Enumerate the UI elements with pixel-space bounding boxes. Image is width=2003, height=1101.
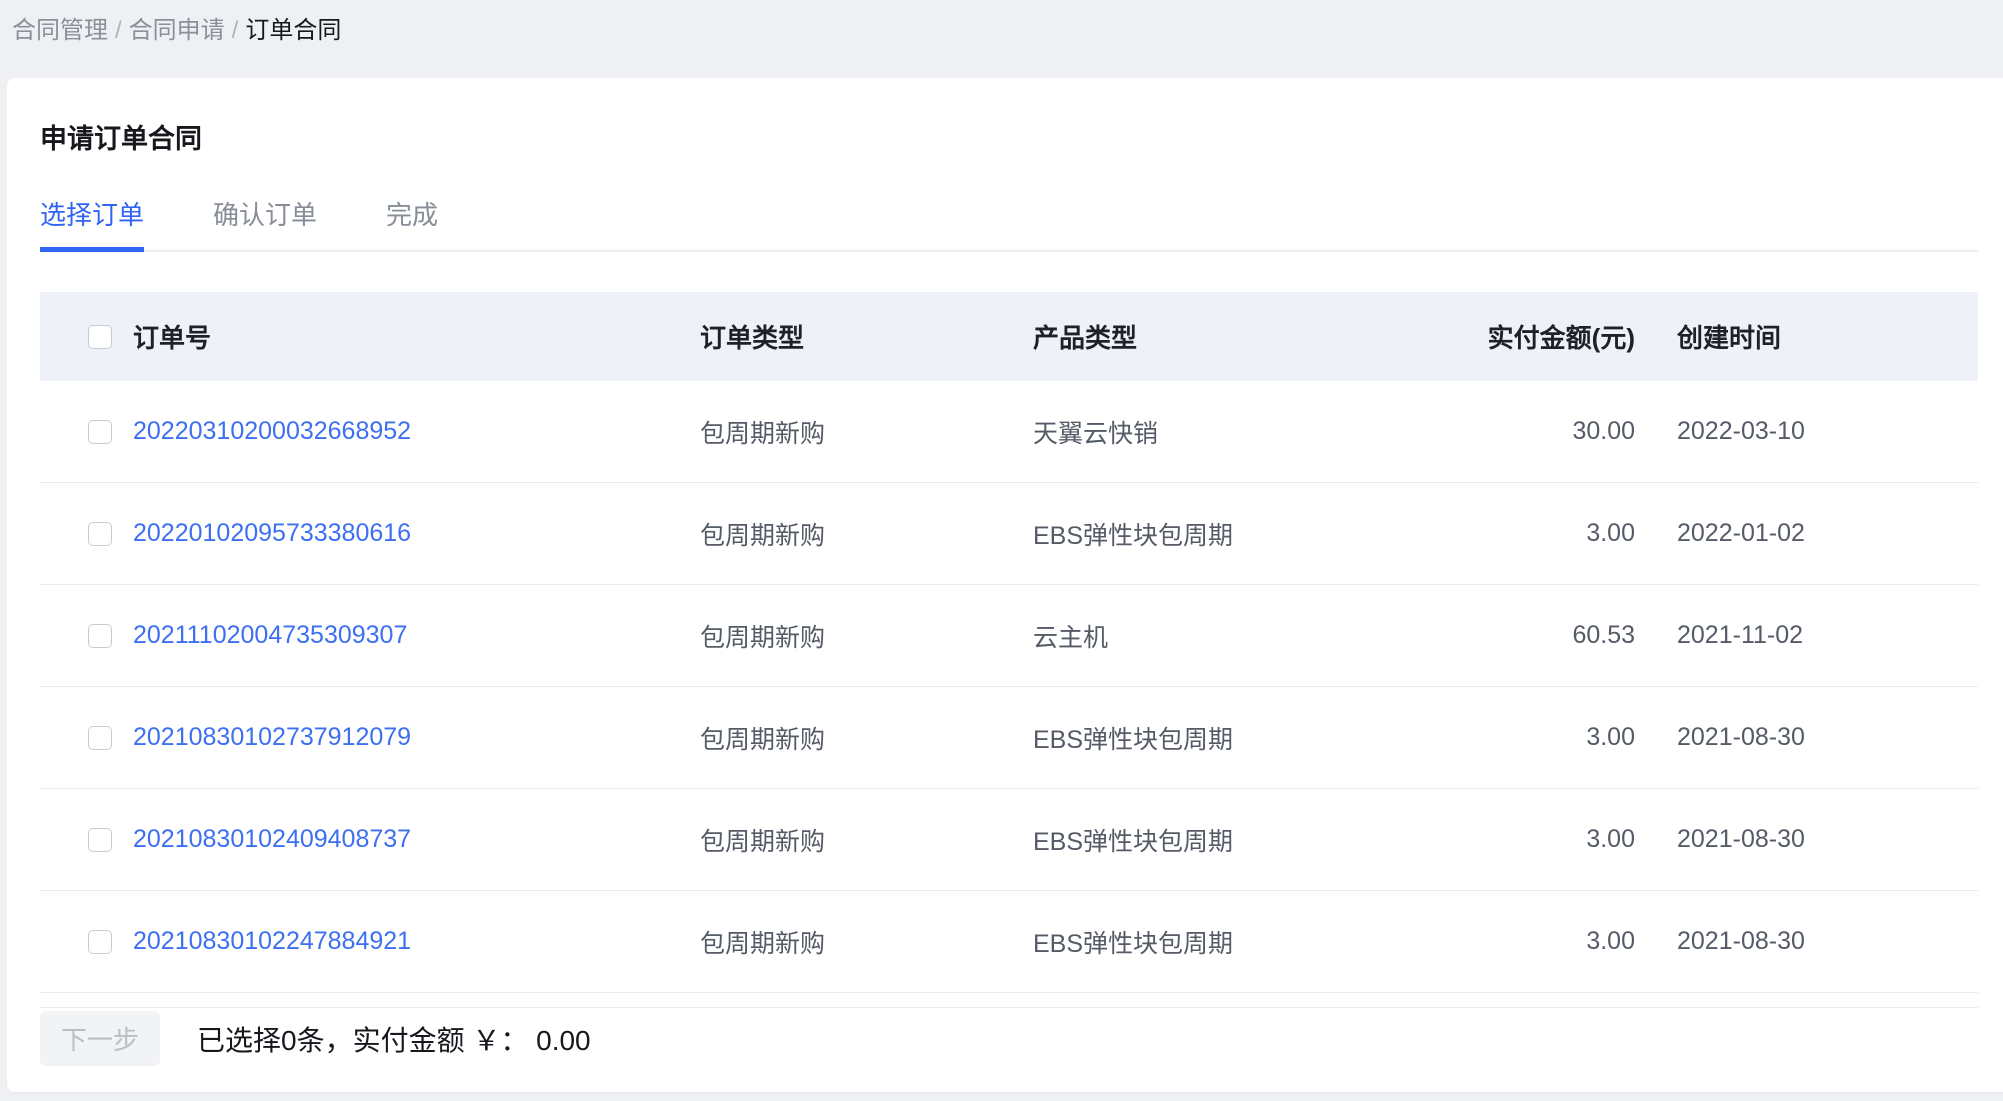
order-table: 订单号 订单类型 产品类型 实付金额(元) 创建时间 2022031020003… bbox=[40, 292, 1978, 1008]
order-type-cell: 包周期新购 bbox=[700, 720, 1033, 756]
created-date-cell: 2022-03-10 bbox=[1635, 417, 1978, 446]
row-checkbox-cell bbox=[40, 930, 133, 954]
breadcrumb-item-contract-apply[interactable]: 合同申请 bbox=[129, 17, 225, 44]
amount-cell: 60.53 bbox=[1366, 621, 1635, 650]
amount-cell: 3.00 bbox=[1366, 519, 1635, 548]
product-type-cell: EBS弹性块包周期 bbox=[1033, 516, 1366, 552]
product-type-cell: EBS弹性块包周期 bbox=[1033, 720, 1366, 756]
row-checkbox-cell bbox=[40, 624, 133, 648]
tab-select-order[interactable]: 选择订单 bbox=[40, 200, 144, 252]
order-number-link[interactable]: 20210830102247884921 bbox=[133, 927, 411, 955]
order-number-link[interactable]: 20210830102737912079 bbox=[133, 723, 411, 751]
amount-cell: 30.00 bbox=[1366, 417, 1635, 446]
product-type-cell: 天翼云快销 bbox=[1033, 414, 1366, 450]
selection-summary: 已选择0条，实付金额 ￥： 0.00 bbox=[197, 1019, 591, 1059]
select-all-checkbox[interactable] bbox=[88, 325, 112, 349]
amount-cell: 3.00 bbox=[1366, 723, 1635, 752]
row-checkbox[interactable] bbox=[88, 828, 112, 852]
amount-cell: 3.00 bbox=[1366, 927, 1635, 956]
table-bottom-divider bbox=[40, 993, 1978, 1008]
created-date-cell: 2021-08-30 bbox=[1635, 825, 1978, 854]
table-row: 20211102004735309307 包周期新购 云主机 60.53 202… bbox=[40, 585, 1978, 687]
table-row: 20210830102737912079 包周期新购 EBS弹性块包周期 3.0… bbox=[40, 687, 1978, 789]
top-bar: 合同管理/合同申请/订单合同 bbox=[0, 0, 2003, 78]
row-checkbox[interactable] bbox=[88, 522, 112, 546]
row-checkbox[interactable] bbox=[88, 420, 112, 444]
order-type-cell: 包周期新购 bbox=[700, 618, 1033, 654]
order-type-cell: 包周期新购 bbox=[700, 924, 1033, 960]
step-tabs: 选择订单 确认订单 完成 bbox=[40, 200, 1978, 252]
table-header-row: 订单号 订单类型 产品类型 实付金额(元) 创建时间 bbox=[40, 292, 1978, 381]
row-checkbox-cell bbox=[40, 726, 133, 750]
table-row: 20220310200032668952 包周期新购 天翼云快销 30.00 2… bbox=[40, 381, 1978, 483]
column-header-order-type: 订单类型 bbox=[700, 318, 1033, 355]
table-row: 20210830102409408737 包周期新购 EBS弹性块包周期 3.0… bbox=[40, 789, 1978, 891]
content-card: 申请订单合同 选择订单 确认订单 完成 订单号 订单类型 产品类型 实付金额(元… bbox=[7, 78, 2003, 1092]
column-header-order-no: 订单号 bbox=[133, 318, 700, 355]
created-date-cell: 2021-11-02 bbox=[1635, 621, 1978, 650]
order-number-link[interactable]: 20220310200032668952 bbox=[133, 417, 411, 445]
product-type-cell: EBS弹性块包周期 bbox=[1033, 924, 1366, 960]
row-checkbox[interactable] bbox=[88, 726, 112, 750]
table-row: 20210830102247884921 包周期新购 EBS弹性块包周期 3.0… bbox=[40, 891, 1978, 993]
next-step-button[interactable]: 下一步 bbox=[40, 1011, 160, 1066]
created-date-cell: 2021-08-30 bbox=[1635, 723, 1978, 752]
page-title: 申请订单合同 bbox=[40, 124, 1978, 154]
breadcrumb-item-order-contract: 订单合同 bbox=[245, 17, 341, 44]
tab-confirm-order[interactable]: 确认订单 bbox=[213, 200, 317, 252]
breadcrumb-separator: / bbox=[232, 17, 239, 44]
order-type-cell: 包周期新购 bbox=[700, 414, 1033, 450]
created-date-cell: 2021-08-30 bbox=[1635, 927, 1978, 956]
page-root: { "breadcrumb": { "separator": "/", "ite… bbox=[0, 0, 2003, 1101]
order-number-link[interactable]: 20220102095733380616 bbox=[133, 519, 411, 547]
amount-cell: 3.00 bbox=[1366, 825, 1635, 854]
table-row: 20220102095733380616 包周期新购 EBS弹性块包周期 3.0… bbox=[40, 483, 1978, 585]
row-checkbox[interactable] bbox=[88, 930, 112, 954]
created-date-cell: 2022-01-02 bbox=[1635, 519, 1978, 548]
header-checkbox-cell bbox=[40, 325, 133, 349]
column-header-created: 创建时间 bbox=[1635, 318, 1978, 355]
row-checkbox-cell bbox=[40, 828, 133, 852]
breadcrumb: 合同管理/合同申请/订单合同 bbox=[12, 14, 2003, 48]
breadcrumb-item-contract-management[interactable]: 合同管理 bbox=[12, 17, 108, 44]
row-checkbox-cell bbox=[40, 420, 133, 444]
order-type-cell: 包周期新购 bbox=[700, 516, 1033, 552]
order-type-cell: 包周期新购 bbox=[700, 822, 1033, 858]
product-type-cell: EBS弹性块包周期 bbox=[1033, 822, 1366, 858]
order-number-link[interactable]: 20210830102409408737 bbox=[133, 825, 411, 853]
row-checkbox[interactable] bbox=[88, 624, 112, 648]
column-header-product-type: 产品类型 bbox=[1033, 318, 1366, 355]
tab-finish[interactable]: 完成 bbox=[386, 200, 438, 252]
footer-bar: 下一步 已选择0条，实付金额 ￥： 0.00 bbox=[40, 1011, 1978, 1066]
column-header-amount: 实付金额(元) bbox=[1366, 318, 1635, 355]
row-checkbox-cell bbox=[40, 522, 133, 546]
order-number-link[interactable]: 20211102004735309307 bbox=[133, 621, 407, 649]
breadcrumb-separator: / bbox=[115, 17, 122, 44]
product-type-cell: 云主机 bbox=[1033, 618, 1366, 654]
